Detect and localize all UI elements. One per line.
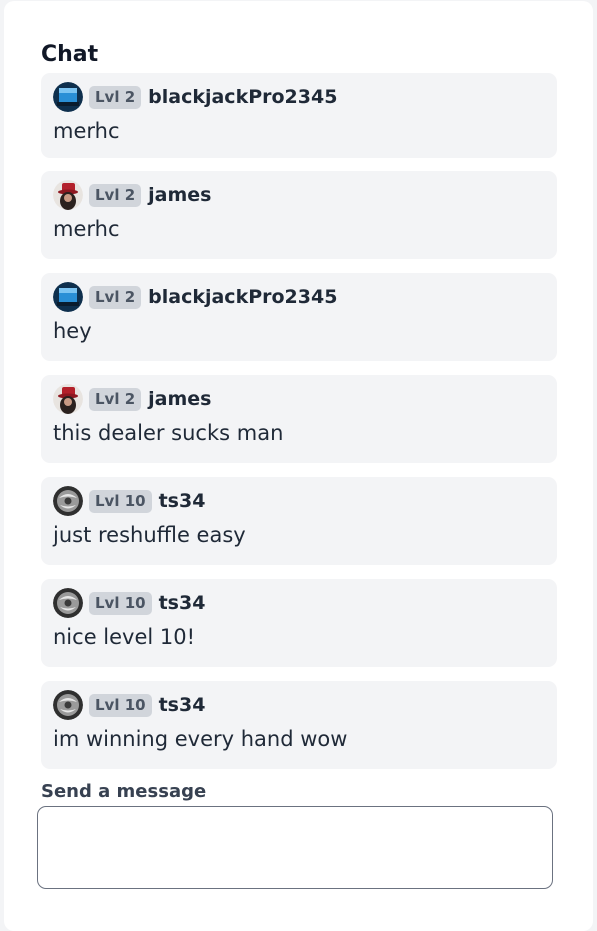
red-hat-avatar-icon[interactable] bbox=[53, 180, 83, 210]
level-badge: Lvl 10 bbox=[89, 591, 152, 615]
message-text: this dealer sucks man bbox=[53, 421, 284, 445]
message-header: Lvl 10 ts34 bbox=[53, 690, 205, 720]
message-text: merhc bbox=[53, 217, 120, 241]
message-header: Lvl 2 james bbox=[53, 384, 211, 414]
message-text: im winning every hand wow bbox=[53, 727, 348, 751]
message-item: Lvl 10 ts34 im winning every hand wow bbox=[41, 681, 557, 769]
level-badge: Lvl 2 bbox=[89, 85, 142, 109]
username[interactable]: blackjackPro2345 bbox=[148, 285, 337, 309]
username[interactable]: ts34 bbox=[159, 693, 206, 717]
message-header: Lvl 2 blackjackPro2345 bbox=[53, 82, 337, 112]
send-message-label: Send a message bbox=[41, 781, 207, 802]
red-hat-avatar-icon[interactable] bbox=[53, 384, 83, 414]
message-item: Lvl 2 james this dealer sucks man bbox=[41, 375, 557, 463]
message-header: Lvl 2 james bbox=[53, 180, 211, 210]
message-text: just reshuffle easy bbox=[53, 523, 246, 547]
message-item: Lvl 2 james merhc bbox=[41, 171, 557, 259]
blue-screen-avatar-icon[interactable] bbox=[53, 82, 83, 112]
message-input[interactable] bbox=[37, 806, 553, 889]
username[interactable]: ts34 bbox=[159, 489, 206, 513]
level-badge: Lvl 10 bbox=[89, 693, 152, 717]
level-badge: Lvl 2 bbox=[89, 285, 142, 309]
blue-screen-avatar-icon[interactable] bbox=[53, 282, 83, 312]
message-item: Lvl 10 ts34 nice level 10! bbox=[41, 579, 557, 667]
gray-swirl-avatar-icon[interactable] bbox=[53, 690, 83, 720]
message-header: Lvl 10 ts34 bbox=[53, 588, 205, 618]
message-header: Lvl 2 blackjackPro2345 bbox=[53, 282, 337, 312]
username[interactable]: ts34 bbox=[159, 591, 206, 615]
message-text: hey bbox=[53, 319, 92, 343]
message-header: Lvl 10 ts34 bbox=[53, 486, 205, 516]
gray-swirl-avatar-icon[interactable] bbox=[53, 588, 83, 618]
message-text: merhc bbox=[53, 119, 120, 143]
message-item: Lvl 2 blackjackPro2345 merhc bbox=[41, 73, 557, 158]
level-badge: Lvl 2 bbox=[89, 183, 142, 207]
message-item: Lvl 2 blackjackPro2345 hey bbox=[41, 273, 557, 361]
level-badge: Lvl 2 bbox=[89, 387, 142, 411]
chat-panel: Chat Lvl 2 blackjackPro2345 merhc Lvl 2 … bbox=[4, 1, 593, 931]
username[interactable]: james bbox=[148, 387, 211, 411]
message-list: Lvl 2 blackjackPro2345 merhc Lvl 2 james bbox=[41, 73, 557, 783]
username[interactable]: blackjackPro2345 bbox=[148, 85, 337, 109]
message-item: Lvl 10 ts34 just reshuffle easy bbox=[41, 477, 557, 565]
level-badge: Lvl 10 bbox=[89, 489, 152, 513]
gray-swirl-avatar-icon[interactable] bbox=[53, 486, 83, 516]
chat-title: Chat bbox=[41, 42, 99, 67]
message-text: nice level 10! bbox=[53, 625, 196, 649]
username[interactable]: james bbox=[148, 183, 211, 207]
